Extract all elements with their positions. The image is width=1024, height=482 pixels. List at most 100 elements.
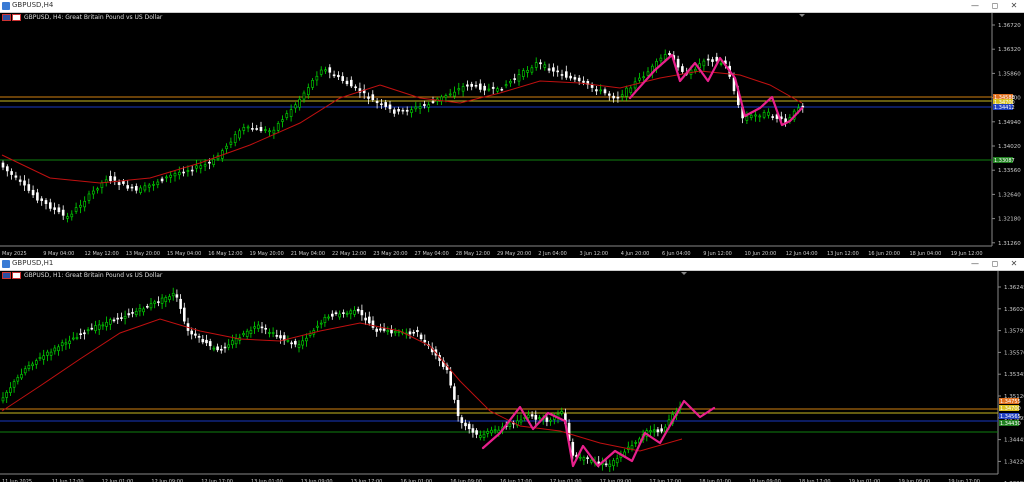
candle [112, 319, 116, 322]
candle [256, 324, 260, 329]
candle [298, 98, 302, 108]
candle [297, 344, 301, 348]
candle [371, 94, 375, 101]
candle [719, 62, 723, 65]
candle [246, 126, 250, 129]
candle [220, 348, 223, 351]
candle [586, 457, 589, 459]
candle [149, 303, 153, 309]
candle [405, 109, 409, 112]
candle [231, 340, 234, 345]
candle [268, 130, 271, 133]
candle [164, 297, 168, 302]
minimize-button[interactable]: — [966, 0, 984, 12]
price-tick-label: 1.32640 [998, 192, 1021, 198]
candle [92, 190, 95, 195]
candle [573, 77, 577, 80]
maximize-button[interactable]: ◻ [986, 0, 1004, 12]
price-tick-label: 1.33560 [998, 168, 1021, 174]
candle [493, 429, 497, 432]
candle [197, 336, 201, 338]
time-tick-label: 12 Jun 04:00 [786, 251, 818, 257]
h1-title-bar[interactable]: GBPUSD,H1 — ◻ ✕ [0, 258, 1024, 271]
minimize-button[interactable]: — [966, 258, 984, 270]
candle [338, 313, 342, 318]
candle [328, 67, 332, 73]
candle [401, 109, 405, 112]
candle [109, 319, 112, 325]
candle [203, 164, 207, 167]
candle [323, 317, 327, 323]
candle [620, 94, 624, 97]
close-button[interactable]: ✕ [1005, 258, 1023, 270]
candle [375, 328, 379, 332]
candle [423, 339, 427, 343]
candle [90, 327, 94, 330]
candle [179, 298, 182, 309]
price-tick-label: 1.36320 [998, 47, 1021, 53]
time-tick-label: 16 Jun 20:00 [868, 251, 900, 257]
candle [390, 329, 393, 334]
candle [138, 308, 142, 312]
candle [60, 342, 64, 347]
candle [139, 187, 142, 193]
close-button[interactable]: ✕ [1005, 0, 1023, 12]
time-tick-label: 21 May 04:00 [291, 251, 325, 257]
candle [165, 176, 168, 179]
candle [521, 70, 525, 77]
candle [10, 171, 13, 175]
candle [676, 58, 680, 68]
candle [131, 312, 134, 314]
candle [467, 423, 471, 430]
candle [460, 417, 464, 423]
time-tick-label: 19 May 20:00 [250, 251, 284, 257]
candle [427, 104, 431, 108]
candle [319, 322, 323, 325]
candle [255, 128, 258, 130]
candle [268, 332, 271, 334]
candle [360, 310, 364, 316]
candle [608, 463, 612, 467]
candle [693, 68, 697, 72]
candle [706, 58, 710, 61]
candle [279, 335, 282, 339]
candle [607, 93, 611, 96]
candle [208, 341, 212, 347]
h4-window-title: GBPUSD,H4 [12, 1, 54, 9]
candle [36, 192, 39, 201]
candle [471, 428, 475, 433]
candle [311, 80, 314, 88]
price-tick-label: 1.36245 [1004, 285, 1024, 291]
candle [31, 363, 34, 367]
candle [223, 346, 227, 349]
candle [616, 96, 620, 99]
maximize-button[interactable]: ◻ [986, 258, 1004, 270]
candle [543, 64, 547, 68]
candle [386, 330, 390, 333]
h4-title-bar[interactable]: GBPUSD,H4 — ◻ ✕ [0, 0, 1024, 13]
candle [423, 104, 426, 106]
candle [652, 429, 656, 432]
candle [101, 324, 105, 327]
candle [259, 126, 263, 132]
candle [449, 371, 453, 386]
candle [97, 324, 101, 330]
candle [94, 325, 97, 331]
time-tick-label: 15 May 04:00 [167, 251, 201, 257]
candle [178, 171, 181, 176]
candle [656, 429, 660, 433]
h4-price-chart[interactable]: 1.367201.363201.358601.354001.349401.340… [0, 13, 1024, 258]
price-tag-label: 1.34565 [1000, 414, 1021, 420]
time-tick-label: 3 Jun 12:00 [580, 251, 609, 257]
candle [367, 96, 370, 99]
candle [242, 333, 245, 336]
price-tick-label: 1.34020 [998, 144, 1021, 150]
candle [5, 391, 8, 398]
uk-flag-icon [2, 14, 11, 21]
candle [663, 54, 667, 60]
candle [146, 305, 149, 308]
h1-price-chart[interactable]: 1.362451.360201.357951.355701.353451.351… [0, 271, 1024, 482]
chart-shift-marker [681, 272, 687, 275]
candle [762, 112, 766, 118]
candle [504, 84, 508, 87]
